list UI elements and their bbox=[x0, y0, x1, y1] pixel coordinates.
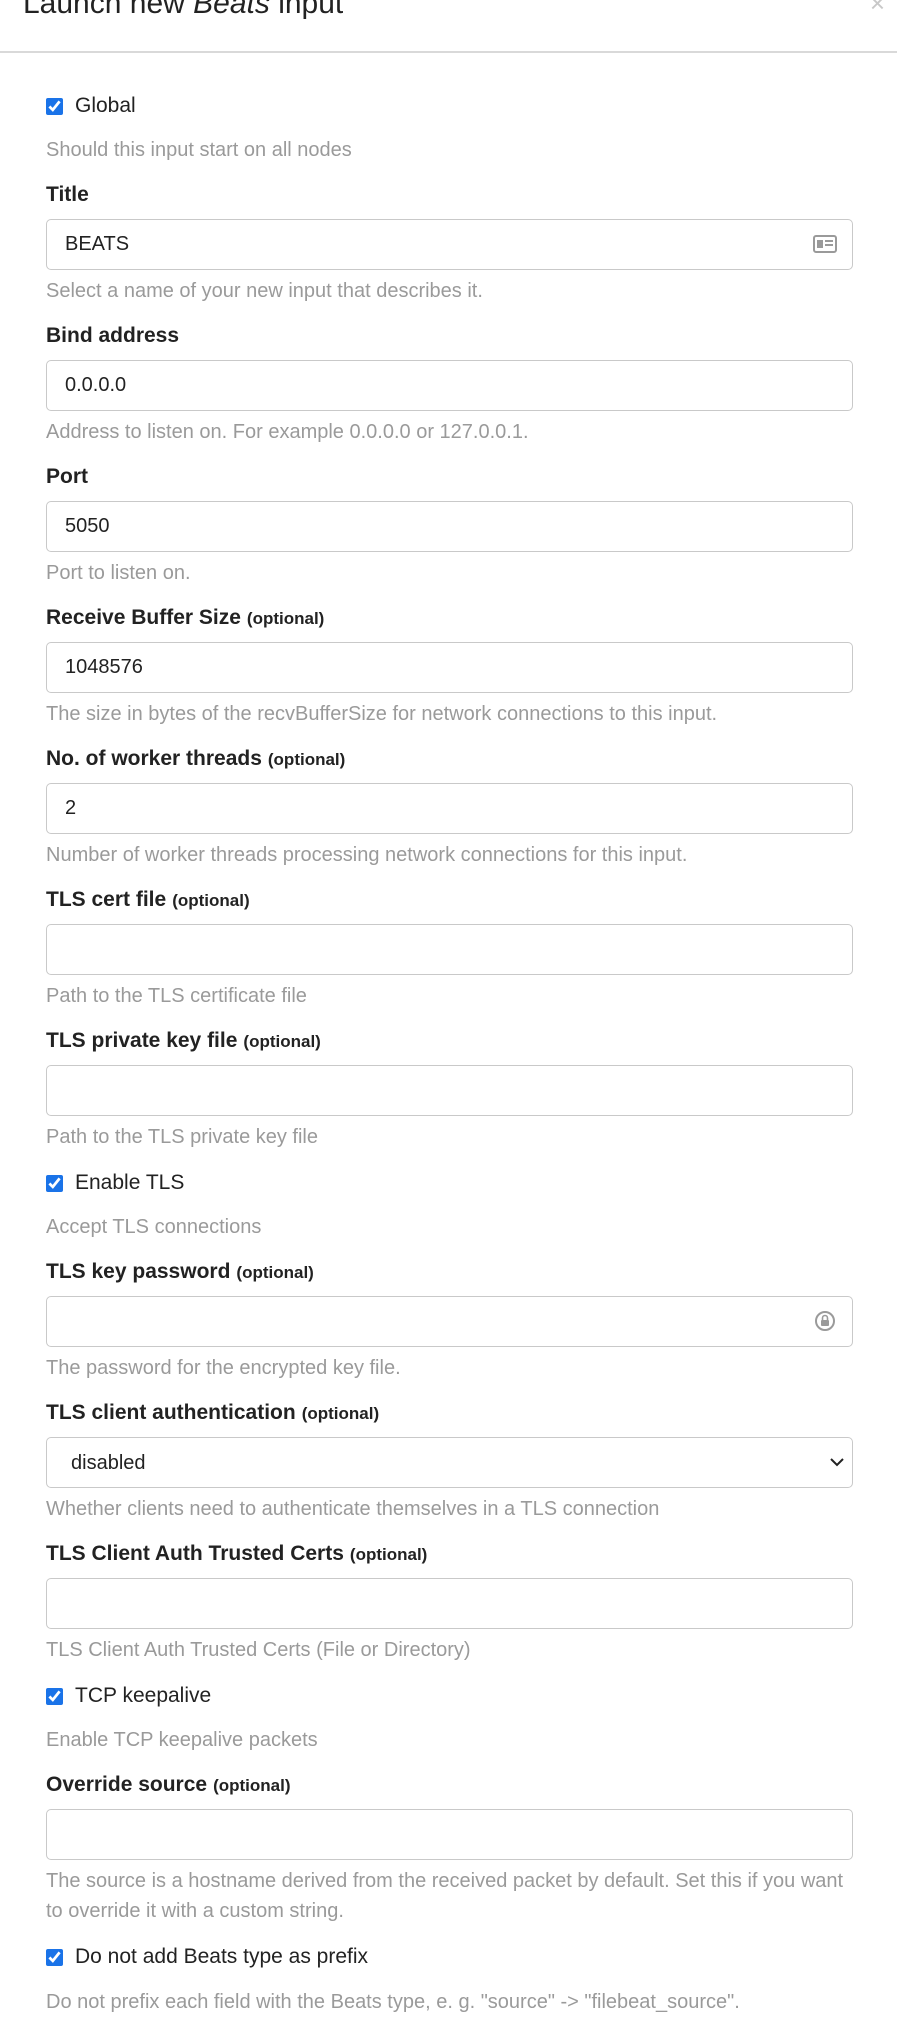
recv-buffer-label: Receive Buffer Size (optional) bbox=[46, 604, 324, 633]
global-group: Global bbox=[46, 92, 136, 120]
tls-cert-field-wrap bbox=[46, 924, 853, 975]
title-input[interactable] bbox=[46, 219, 853, 270]
tls-client-auth-optional: (optional) bbox=[301, 1404, 380, 1423]
tls-key-password-field-wrap bbox=[46, 1296, 853, 1347]
title-help: Select a name of your new input that des… bbox=[46, 280, 483, 302]
tls-cert-label-text: TLS cert file bbox=[46, 888, 167, 911]
tls-key-password-optional: (optional) bbox=[236, 1263, 314, 1282]
enable-tls-help: Accept TLS connections bbox=[46, 1216, 262, 1238]
tls-cert-input[interactable] bbox=[46, 924, 853, 975]
tls-key-password-label: TLS key password (optional) bbox=[46, 1258, 314, 1287]
recv-buffer-help: The size in bytes of the recvBufferSize … bbox=[46, 703, 718, 725]
override-source-label: Override source (optional) bbox=[46, 1771, 291, 1800]
close-icon[interactable]: × bbox=[870, 0, 885, 16]
bind-address-label: Bind address bbox=[46, 324, 180, 347]
tcp-keepalive-group: TCP keepalive bbox=[46, 1682, 211, 1710]
recv-buffer-optional: (optional) bbox=[246, 609, 325, 628]
tls-trusted-certs-label-text: TLS Client Auth Trusted Certs bbox=[46, 1542, 344, 1565]
title-suffix: input bbox=[269, 0, 344, 20]
title-field-wrap bbox=[46, 219, 853, 270]
override-source-help: The source is a hostname derived from th… bbox=[46, 1870, 844, 1922]
tls-key-optional: (optional) bbox=[243, 1032, 321, 1051]
enable-tls-label[interactable]: Enable TLS bbox=[75, 1171, 184, 1195]
override-source-optional: (optional) bbox=[213, 1776, 291, 1795]
tls-key-password-label-text: TLS key password bbox=[46, 1260, 231, 1283]
tls-trusted-certs-help: TLS Client Auth Trusted Certs (File or D… bbox=[46, 1639, 471, 1661]
tls-trusted-certs-optional: (optional) bbox=[349, 1545, 428, 1564]
bind-address-field-wrap bbox=[46, 360, 853, 411]
title-label-text: Title bbox=[46, 183, 89, 206]
no-beats-prefix-group: Do not add Beats type as prefix bbox=[46, 1943, 368, 1971]
worker-threads-help: Number of worker threads processing netw… bbox=[46, 844, 688, 866]
recv-buffer-field-wrap bbox=[46, 642, 853, 693]
enable-tls-group: Enable TLS bbox=[46, 1169, 184, 1197]
tls-client-auth-label-text: TLS client authentication bbox=[46, 1401, 296, 1424]
worker-threads-input[interactable] bbox=[46, 783, 853, 834]
enable-tls-checkbox[interactable] bbox=[46, 1174, 63, 1192]
tls-key-input[interactable] bbox=[46, 1065, 853, 1116]
recv-buffer-label-text: Receive Buffer Size bbox=[46, 606, 241, 629]
worker-threads-field-wrap bbox=[46, 783, 853, 834]
tls-cert-help: Path to the TLS certificate file bbox=[46, 985, 307, 1007]
tls-key-password-help: The password for the encrypted key file. bbox=[46, 1357, 401, 1379]
global-help: Should this input start on all nodes bbox=[46, 139, 352, 161]
global-label[interactable]: Global bbox=[75, 94, 136, 118]
modal-header: Launch new Beats input × bbox=[0, 0, 897, 53]
port-field-wrap bbox=[46, 501, 853, 552]
bind-address-input[interactable] bbox=[46, 360, 853, 411]
tls-trusted-certs-label: TLS Client Auth Trusted Certs (optional) bbox=[46, 1540, 427, 1569]
title-prefix: Launch new bbox=[23, 0, 194, 20]
no-beats-prefix-checkbox[interactable] bbox=[46, 1948, 63, 1966]
tls-key-field-wrap bbox=[46, 1065, 853, 1116]
tls-client-auth-help: Whether clients need to authenticate the… bbox=[46, 1498, 660, 1520]
no-beats-prefix-help: Do not prefix each field with the Beats … bbox=[46, 1991, 740, 2013]
tcp-keepalive-help: Enable TCP keepalive packets bbox=[46, 1729, 318, 1751]
recv-buffer-input[interactable] bbox=[46, 642, 853, 693]
tls-trusted-certs-field-wrap bbox=[46, 1578, 853, 1629]
override-source-field-wrap bbox=[46, 1809, 853, 1860]
worker-threads-label-text: No. of worker threads bbox=[46, 747, 262, 770]
override-source-input[interactable] bbox=[46, 1809, 853, 1860]
worker-threads-optional: (optional) bbox=[267, 750, 346, 769]
tcp-keepalive-checkbox[interactable] bbox=[46, 1687, 63, 1705]
contact-card-icon[interactable] bbox=[813, 232, 837, 256]
tls-key-help: Path to the TLS private key file bbox=[46, 1126, 319, 1148]
port-label: Port bbox=[46, 465, 88, 488]
bind-address-help: Address to listen on. For example 0.0.0.… bbox=[46, 421, 529, 443]
tls-cert-optional: (optional) bbox=[172, 891, 250, 910]
title-label: Title bbox=[46, 181, 89, 209]
tls-client-auth-label: TLS client authentication (optional) bbox=[46, 1399, 379, 1428]
tls-key-password-input[interactable] bbox=[46, 1296, 853, 1347]
tls-key-label-text: TLS private key file bbox=[46, 1029, 238, 1052]
worker-threads-label: No. of worker threads (optional) bbox=[46, 745, 345, 774]
title-emphasis: Beats bbox=[193, 0, 270, 20]
password-manager-icon[interactable] bbox=[813, 1309, 837, 1333]
tls-trusted-certs-input[interactable] bbox=[46, 1578, 853, 1629]
tls-client-auth-select[interactable]: disabled bbox=[46, 1437, 853, 1488]
override-source-label-text: Override source bbox=[46, 1773, 208, 1796]
tls-cert-label: TLS cert file (optional) bbox=[46, 886, 250, 915]
tcp-keepalive-label[interactable]: TCP keepalive bbox=[75, 1684, 211, 1708]
no-beats-prefix-label[interactable]: Do not add Beats type as prefix bbox=[75, 1945, 368, 1969]
modal-title: Launch new Beats input bbox=[23, 0, 343, 22]
tls-client-auth-field-wrap: disabled bbox=[46, 1437, 853, 1488]
port-input[interactable] bbox=[46, 501, 853, 552]
tls-key-label: TLS private key file (optional) bbox=[46, 1027, 321, 1056]
global-checkbox[interactable] bbox=[46, 97, 63, 115]
port-help: Port to listen on. bbox=[46, 562, 191, 584]
